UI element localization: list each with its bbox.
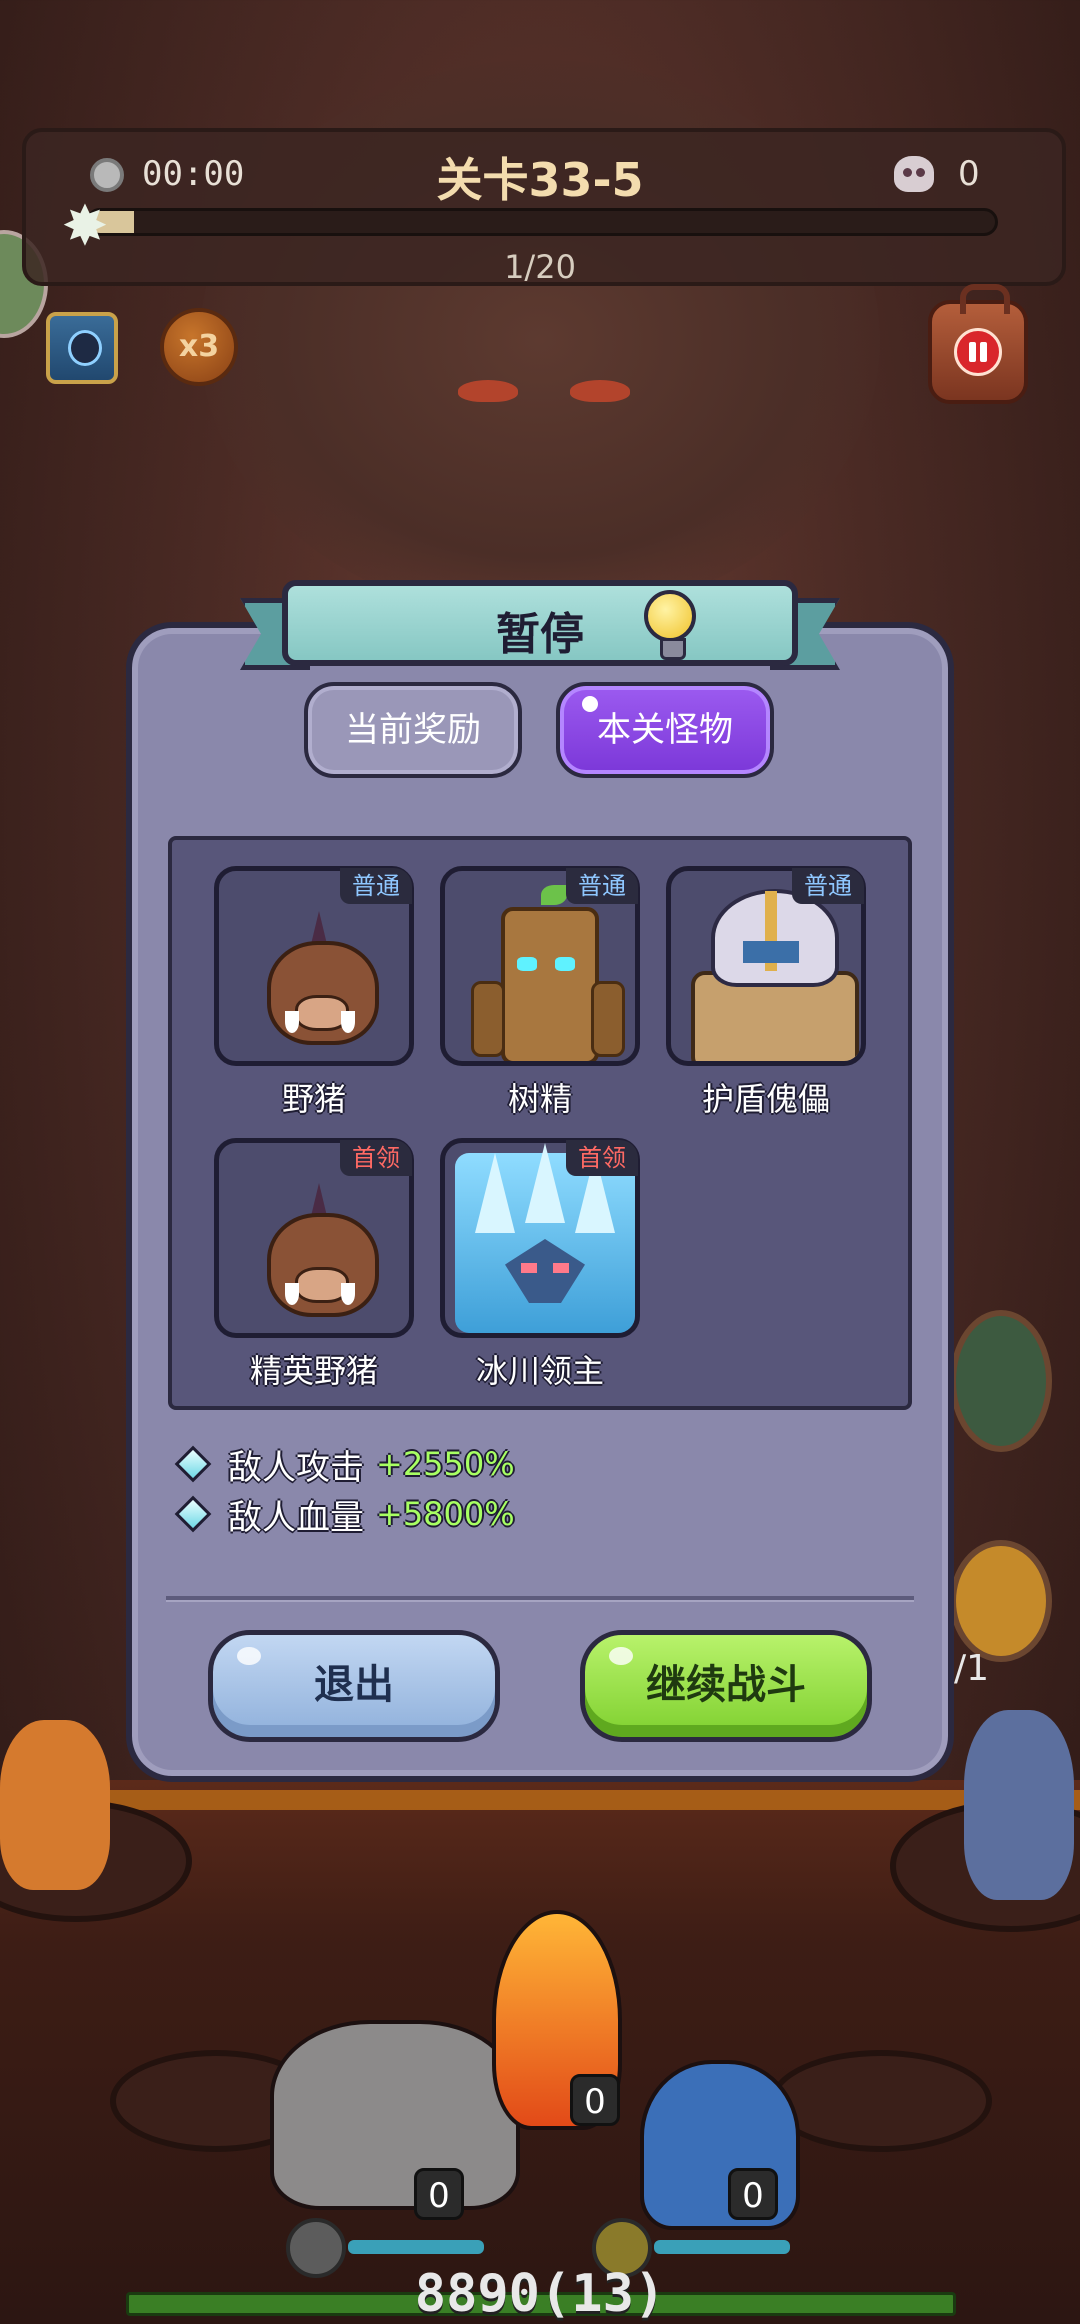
rank-badge: 首领	[340, 1140, 412, 1176]
skill-cooldown-bar	[348, 2240, 484, 2254]
rank-badge: 普通	[792, 868, 864, 904]
monster-card[interactable]: 普通 护盾傀儡	[666, 866, 866, 1118]
monster-card[interactable]: 普通 野猪	[214, 866, 414, 1118]
kill-count: 0	[958, 154, 980, 194]
enemy-hp-bonus: 敌人血量 +5800%	[174, 1492, 515, 1538]
dragon-unit-icon	[0, 1720, 110, 1890]
enemy-attack-bonus: 敌人攻击 +2550%	[174, 1442, 515, 1488]
background-demon-eye	[570, 380, 630, 402]
pause-icon	[954, 328, 1002, 376]
side-hero-portrait	[950, 1310, 1052, 1452]
diamond-icon	[174, 1495, 212, 1533]
monster-card[interactable]: 普通 树精	[440, 866, 640, 1118]
dialog-title-banner: 暂停	[282, 580, 798, 666]
rank-badge: 首领	[566, 1140, 638, 1176]
rank-badge: 普通	[340, 868, 412, 904]
divider	[166, 1596, 914, 1602]
monster-list-panel: 普通 野猪 普通 树精 普通 护盾傀儡 首领 精英野猪 首领 冰川领主	[168, 836, 912, 1410]
diamond-icon	[174, 1445, 212, 1483]
rock-skill-icon[interactable]	[286, 2218, 346, 2278]
bonus-label: 敌人攻击	[228, 1447, 364, 1488]
side-fraction-text: /1	[954, 1648, 990, 1689]
bonus-label: 敌人血量	[228, 1497, 364, 1538]
background-demon-eye	[458, 380, 518, 402]
continue-battle-button[interactable]: 继续战斗	[580, 1630, 872, 1742]
speed-button[interactable]: x3	[160, 308, 238, 386]
side-skill-portrait	[950, 1540, 1052, 1662]
bonus-value: +5800%	[376, 1495, 515, 1533]
bonus-value: +2550%	[376, 1445, 515, 1483]
monster-name: 冰川领主	[475, 1352, 604, 1390]
stone-golem-hero[interactable]	[270, 2020, 520, 2210]
hero-count: 0	[570, 2074, 620, 2126]
team-hp-text: 8890(13)	[414, 2264, 666, 2324]
rank-badge: 普通	[566, 868, 638, 904]
hero-count: 0	[728, 2168, 778, 2220]
level-title: 关卡33-5	[436, 153, 644, 207]
pause-backpack-button[interactable]	[928, 284, 1028, 404]
lava-glow	[0, 1790, 1080, 1810]
wave-counter: 1/20	[504, 248, 576, 286]
hero-count: 0	[414, 2168, 464, 2220]
star-burst-icon: ✸	[61, 194, 109, 259]
timer: 00:00	[142, 154, 245, 194]
tab-level-monsters[interactable]: 本关怪物	[556, 682, 774, 778]
card-deck-icon[interactable]	[46, 312, 118, 384]
skull-icon	[894, 156, 934, 192]
monster-name: 护盾傀儡	[701, 1080, 830, 1118]
wave-progress-bar	[86, 208, 998, 236]
pedestal-bottom-right	[770, 2050, 992, 2152]
armored-enemy-icon	[964, 1710, 1074, 1900]
skill-cooldown-bar	[654, 2240, 790, 2254]
exit-button[interactable]: 退出	[208, 1630, 500, 1742]
monster-card[interactable]: 首领 冰川领主	[440, 1138, 640, 1390]
dialog-title: 暂停	[496, 609, 584, 660]
tab-current-rewards[interactable]: 当前奖励	[304, 682, 522, 778]
clock-icon	[90, 158, 124, 192]
monster-card[interactable]: 首领 精英野猪	[214, 1138, 414, 1390]
lightbulb-icon[interactable]	[644, 590, 696, 660]
